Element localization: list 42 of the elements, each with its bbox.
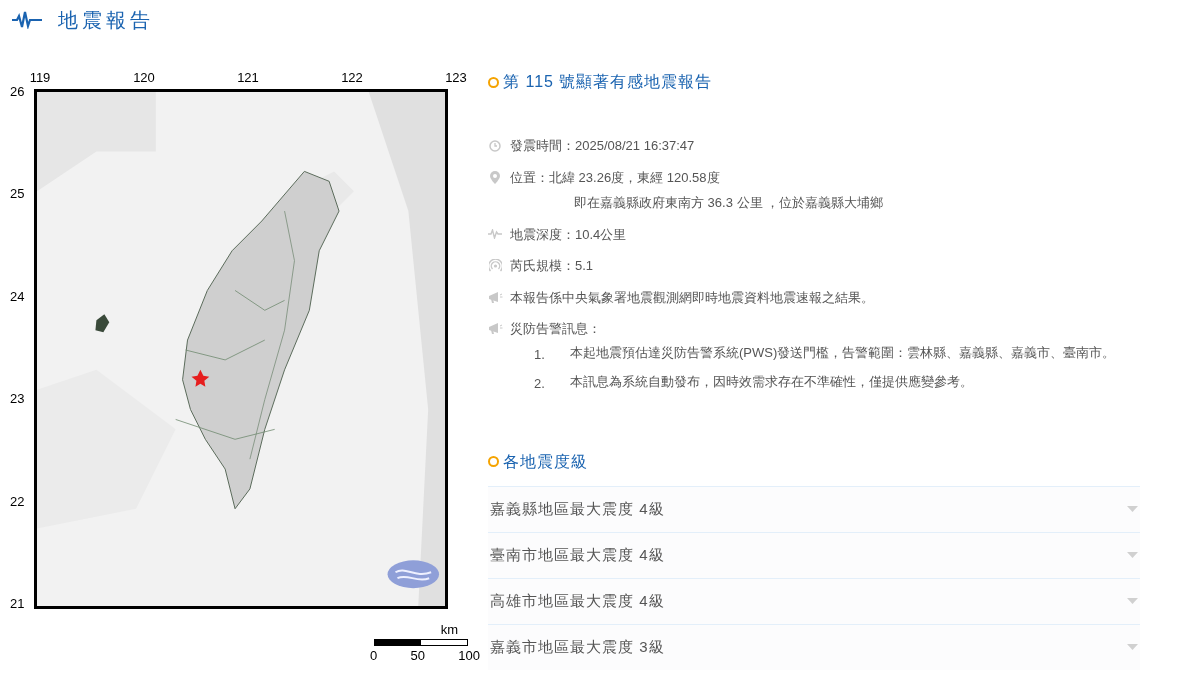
bullet-icon	[488, 76, 499, 88]
caret-icon	[1127, 644, 1138, 650]
latitude-label: 24	[10, 287, 26, 306]
scale-unit: km	[440, 620, 458, 639]
map-pin-icon	[490, 170, 500, 184]
latitude-label: 21	[10, 595, 26, 613]
bullet-icon	[488, 456, 499, 467]
megaphone-icon	[487, 290, 503, 304]
list-number: 1.	[533, 345, 546, 364]
seismic-wave-icon	[12, 11, 42, 29]
latitude-label: 23	[10, 390, 26, 408]
longitude-label: 120	[132, 69, 156, 87]
longitude-label: 121	[236, 69, 260, 87]
info-text: 災防告警訊息：	[510, 320, 601, 338]
list-text: 本訊息為系統自動發布，因時效需求存在不準確性，僅提供應變參考。	[570, 373, 974, 391]
info-text: 本報告係中央氣象署地震觀測網即時地震資料地震速報之結果。	[510, 288, 874, 307]
longitude-label: 122	[340, 69, 364, 87]
longitude-label: 119	[28, 69, 52, 87]
megaphone-icon	[487, 322, 503, 336]
latitude-label: 25	[10, 185, 26, 203]
list-number: 2.	[533, 375, 546, 393]
report-title: 第 115 號顯著有感地震報告	[503, 72, 713, 92]
longitude-label: 123	[444, 69, 468, 87]
info-text: 位置：北緯 23.26度，東經 120.58度	[510, 168, 720, 187]
info-text: 發震時間：2025/08/21 16:37:47	[510, 137, 695, 155]
info-text: 芮氏規模：5.1	[510, 257, 594, 275]
caret-icon	[1127, 598, 1138, 604]
scale-label: 100	[458, 647, 480, 665]
info-text: 地震深度：10.4公里	[510, 225, 627, 244]
caret-icon	[1127, 552, 1138, 558]
signal-icon	[488, 259, 502, 273]
scale-label: 0	[370, 647, 378, 665]
caret-icon	[1127, 506, 1138, 512]
list-text: 本起地震預估達災防告警系統(PWS)發送門檻，告警範圍：雲林縣、嘉義縣、嘉義市、臺南市。	[570, 343, 1117, 362]
location-detail: 即在嘉義縣政府東南方 36.3 公里 ，位於嘉義縣大埔鄉	[574, 194, 885, 212]
wave-icon	[488, 229, 502, 240]
page-title: 地震報告	[58, 8, 154, 33]
clock-icon	[489, 139, 501, 152]
scale-label: 50	[410, 647, 425, 665]
latitude-label: 26	[10, 82, 26, 101]
latitude-label: 22	[10, 492, 26, 511]
section-title: 各地震度級	[503, 451, 588, 472]
